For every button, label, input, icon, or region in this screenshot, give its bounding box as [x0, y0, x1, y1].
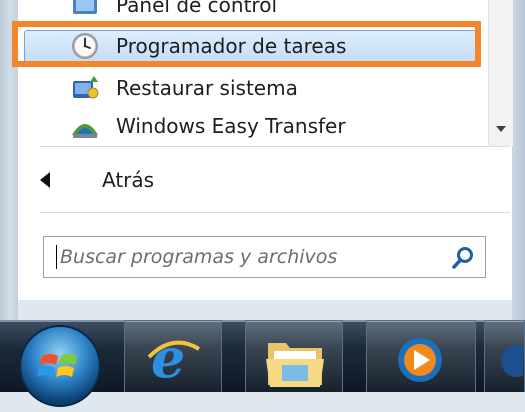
program-label: Restaurar sistema: [116, 76, 298, 100]
text-cursor: [56, 245, 57, 269]
all-programs-list: Panel de control Programador de tareas R…: [18, 0, 488, 146]
program-label: Panel de control: [116, 0, 277, 17]
start-button[interactable]: [18, 324, 102, 408]
search-button[interactable]: [448, 243, 478, 273]
taskbar: e: [0, 320, 525, 407]
program-item-task-scheduler[interactable]: Programador de tareas: [18, 27, 488, 65]
start-menu-programs-panel: Panel de control Programador de tareas R…: [18, 0, 513, 300]
scroll-down-button[interactable]: [489, 114, 513, 144]
magnifier-icon: [452, 247, 473, 269]
program-item-control-panel[interactable]: Panel de control: [18, 0, 488, 24]
taskbar-item-partial[interactable]: [484, 320, 525, 392]
search-box: [43, 236, 486, 278]
internet-explorer-icon: e: [147, 327, 201, 387]
windows-media-player-icon: [398, 338, 442, 382]
windows-start-orb-icon: [19, 325, 101, 407]
taskbar-windows-explorer[interactable]: [245, 320, 343, 392]
back-arrow-icon: [40, 172, 50, 188]
app-icon: [501, 345, 523, 377]
easy-transfer-icon: [70, 111, 100, 141]
system-restore-icon: [70, 73, 100, 103]
back-label: Atrás: [102, 168, 155, 192]
start-menu-glass-border-right: [512, 0, 525, 320]
search-input[interactable]: [44, 237, 444, 277]
start-menu-glass-border-left: [0, 0, 18, 320]
task-scheduler-clock-icon: [70, 31, 100, 61]
program-label: Programador de tareas: [116, 34, 347, 58]
taskbar-windows-media-player[interactable]: [366, 320, 476, 392]
taskbar-internet-explorer[interactable]: e: [124, 320, 222, 392]
separator: [40, 146, 510, 147]
windows-explorer-folder-icon: [266, 343, 324, 387]
program-item-system-restore[interactable]: Restaurar sistema: [18, 69, 488, 107]
chevron-down-icon: [496, 126, 506, 132]
back-button[interactable]: Atrás: [18, 152, 512, 208]
program-label: Windows Easy Transfer: [116, 114, 346, 138]
svg-text:e: e: [151, 327, 185, 387]
program-item-windows-easy-transfer[interactable]: Windows Easy Transfer: [18, 107, 488, 145]
control-panel-icon: [70, 0, 100, 20]
programs-scrollbar[interactable]: [488, 0, 513, 146]
separator: [40, 212, 510, 213]
